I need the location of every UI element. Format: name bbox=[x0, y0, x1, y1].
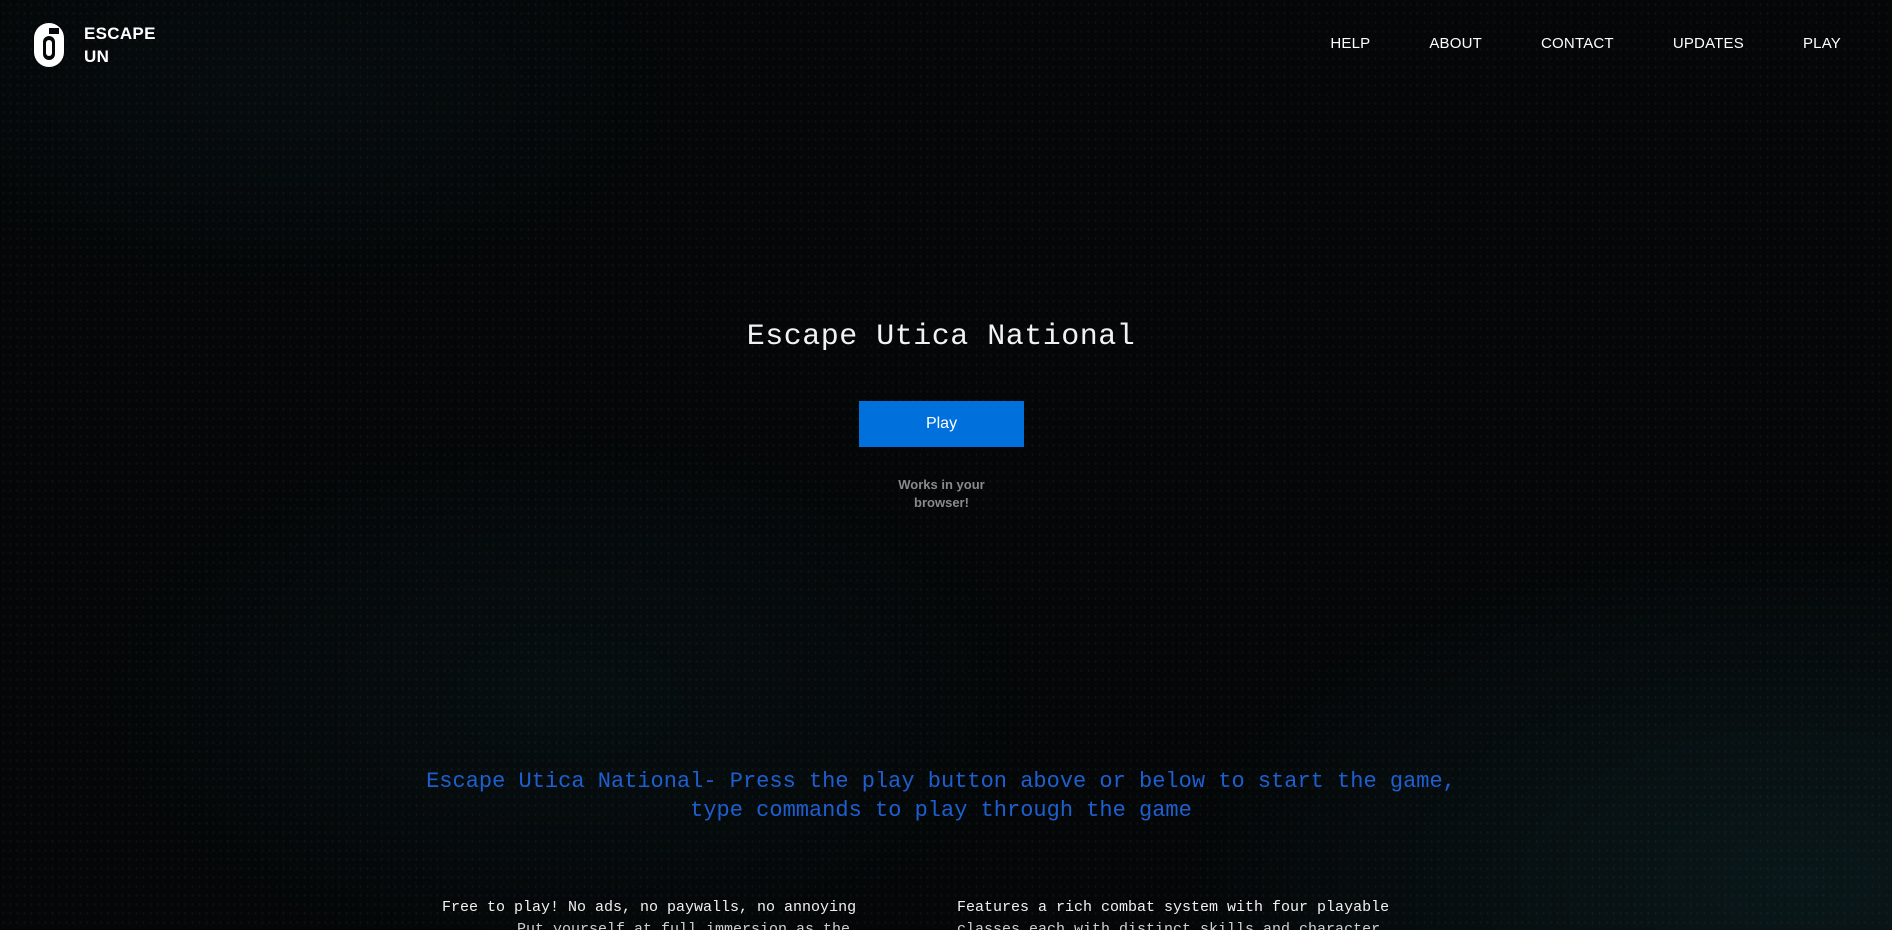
logo-icon bbox=[34, 23, 64, 67]
main-nav: HELP ABOUT CONTACT UPDATES PLAY bbox=[1271, 35, 1841, 52]
tagline: Escape Utica National- Press the play bu… bbox=[426, 769, 1456, 823]
site-header: ESCAPE UN HELP ABOUT CONTACT UPDATES PLA… bbox=[0, 0, 1892, 90]
logo-link[interactable]: ESCAPE UN bbox=[33, 22, 174, 68]
nav-about[interactable]: ABOUT bbox=[1429, 35, 1482, 52]
play-button[interactable]: Play bbox=[859, 401, 1024, 447]
hero-title: Escape Utica National bbox=[746, 320, 1136, 354]
nav-help[interactable]: HELP bbox=[1330, 35, 1370, 52]
nav-play[interactable]: PLAY bbox=[1803, 35, 1841, 52]
nav-updates[interactable]: UPDATES bbox=[1673, 35, 1744, 52]
feature-line: Features a rich combat system with four … bbox=[957, 899, 1390, 916]
feature-combat: Features a rich combat system with four … bbox=[957, 897, 1389, 930]
feature-line: Free to play! No ads, no paywalls, no an… bbox=[442, 899, 857, 916]
logo-text: ESCAPE UN bbox=[84, 24, 156, 66]
feature-line-cut: Put yourself at full immersion as the bbox=[517, 921, 851, 930]
browser-note: Works in your browser! bbox=[898, 477, 985, 510]
feature-line-cut: classes each with distinct skills and ch… bbox=[957, 921, 1381, 930]
nav-contact[interactable]: CONTACT bbox=[1541, 35, 1614, 52]
feature-free-to-play: Free to play! No ads, no paywalls, no an… bbox=[442, 897, 856, 930]
